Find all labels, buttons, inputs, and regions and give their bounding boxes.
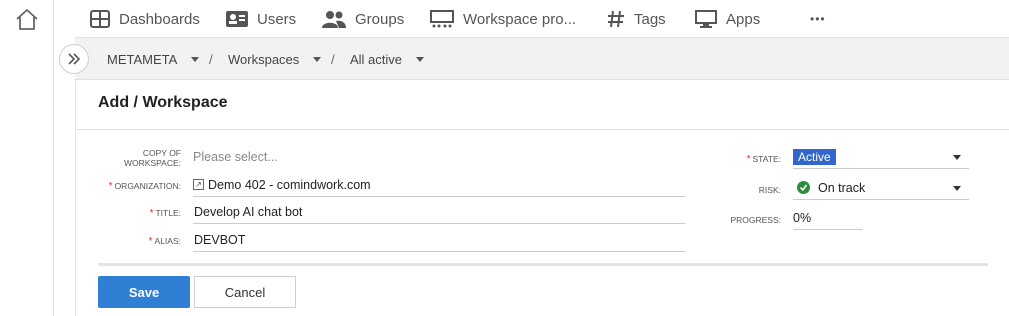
page-title: Add / Workspace xyxy=(98,94,228,111)
breadcrumb-separator: / xyxy=(331,51,335,67)
progress-input[interactable]: 0% xyxy=(793,206,863,230)
nav-apps-label: Apps xyxy=(726,10,761,28)
nav-tags-label: Tags xyxy=(634,10,666,28)
divider xyxy=(98,263,988,266)
state-value: Active xyxy=(793,148,836,165)
organization-field[interactable]: ↗ Demo 402 - comindwork.com xyxy=(193,173,685,197)
copy-of-workspace-select[interactable]: Please select... xyxy=(193,145,685,169)
risk-select[interactable]: On track xyxy=(793,176,969,200)
required-marker: * xyxy=(746,154,751,165)
alias-label-text: ALIAS: xyxy=(154,236,181,246)
copy-of-workspace-label: COPY OF WORKSPACE: xyxy=(96,148,181,168)
alias-label: * ALIAS: xyxy=(96,236,181,247)
nav-apps[interactable]: Apps xyxy=(695,0,760,38)
divider xyxy=(76,129,1009,130)
progress-label-text: PROGRESS: xyxy=(730,215,781,225)
alias-value: DEVBOT xyxy=(194,232,246,247)
main-content: Add / Workspace COPY OF WORKSPACE: Pleas… xyxy=(75,81,1009,316)
risk-label-text: RISK: xyxy=(758,185,781,195)
nav-users-label: Users xyxy=(257,10,297,28)
organization-label: * ORGANIZATION: xyxy=(96,181,181,192)
organization-value: Demo 402 - comindwork.com xyxy=(208,177,371,192)
double-chevron-right-icon xyxy=(68,53,81,65)
home-icon[interactable] xyxy=(14,6,40,32)
save-button[interactable]: Save xyxy=(98,276,190,308)
organization-label-text: ORGANIZATION: xyxy=(114,181,181,191)
alias-input[interactable]: DEVBOT xyxy=(193,228,685,252)
expand-sidebar-button[interactable] xyxy=(59,44,89,74)
progress-value: 0% xyxy=(793,210,812,225)
monitor-icon xyxy=(695,10,717,28)
cancel-button[interactable]: Cancel xyxy=(194,276,296,308)
risk-value: On track xyxy=(818,180,866,195)
breadcrumb-workspaces[interactable]: Workspaces xyxy=(228,38,322,80)
state-label: * STATE: xyxy=(696,154,781,165)
breadcrumb-all-active-label: All active xyxy=(350,51,403,67)
required-marker: * xyxy=(149,208,154,219)
nav-users[interactable]: Users xyxy=(226,0,296,38)
more-menu-icon[interactable]: ••• xyxy=(810,0,826,38)
title-input[interactable]: Develop AI chat bot xyxy=(193,200,685,224)
breadcrumb-metameta[interactable]: METAMETA xyxy=(107,38,200,80)
chevron-down-icon xyxy=(953,186,961,191)
group-people-icon xyxy=(322,11,346,28)
title-label-text: TITLE: xyxy=(155,208,181,218)
breadcrumb-metameta-label: METAMETA xyxy=(107,51,178,67)
user-card-icon xyxy=(226,11,248,27)
required-marker: * xyxy=(148,236,153,247)
external-link-icon[interactable]: ↗ xyxy=(193,179,204,190)
copy-of-workspace-label-line1: COPY OF xyxy=(142,148,181,158)
copy-of-workspace-placeholder: Please select... xyxy=(193,150,278,164)
copy-of-workspace-label-line2: WORKSPACE: xyxy=(124,158,181,168)
nav-groups-label: Groups xyxy=(355,10,405,28)
top-navigation: Dashboards Users Groups Workspace pro...… xyxy=(75,0,1009,38)
required-marker: * xyxy=(108,181,113,192)
breadcrumb: METAMETA / Workspaces / All active xyxy=(75,38,1009,80)
title-label: * TITLE: xyxy=(96,208,181,219)
chevron-down-icon xyxy=(313,56,322,62)
hash-tag-icon xyxy=(608,10,624,28)
nav-dashboards-label: Dashboards xyxy=(119,10,200,28)
state-label-text: STATE: xyxy=(752,154,782,164)
nav-workspace-projects[interactable]: Workspace pro... xyxy=(430,0,576,38)
breadcrumb-separator: / xyxy=(209,51,213,67)
nav-workspace-projects-label: Workspace pro... xyxy=(463,10,577,28)
risk-label: RISK: xyxy=(696,185,781,195)
chevron-down-icon xyxy=(191,56,200,62)
left-rail xyxy=(0,0,54,316)
title-value: Develop AI chat bot xyxy=(194,204,303,219)
progress-label: PROGRESS: xyxy=(696,215,781,225)
nav-tags[interactable]: Tags xyxy=(607,0,666,38)
dashboard-grid-icon xyxy=(90,10,110,28)
nav-groups[interactable]: Groups xyxy=(322,0,404,38)
breadcrumb-all-active[interactable]: All active xyxy=(350,38,425,80)
breadcrumb-workspaces-label: Workspaces xyxy=(228,51,300,67)
workspace-projector-icon xyxy=(430,10,454,28)
nav-dashboards[interactable]: Dashboards xyxy=(90,0,200,38)
state-select[interactable]: Active xyxy=(793,145,969,169)
check-circle-icon xyxy=(797,181,810,194)
chevron-down-icon xyxy=(416,56,425,62)
chevron-down-icon xyxy=(953,155,961,160)
